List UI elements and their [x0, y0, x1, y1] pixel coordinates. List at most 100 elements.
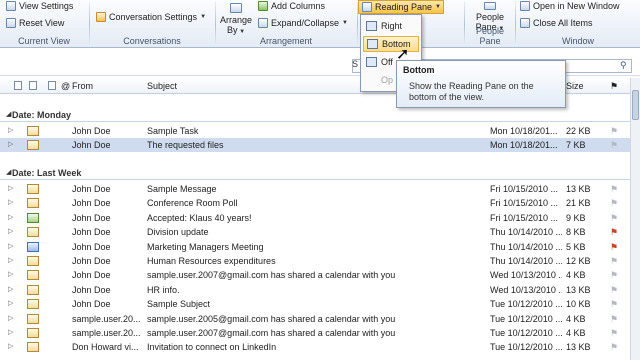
expand-conversation-icon[interactable]: ▷ [8, 256, 13, 264]
mail-subject: Conference Room Poll [147, 198, 238, 209]
mail-from: sample.user.20... [72, 328, 141, 338]
group-header[interactable]: ◢ Date: Last Week [0, 166, 630, 180]
menu-item-right[interactable]: Right [363, 18, 419, 34]
mail-row[interactable]: ▷ John Doe Marketing Managers Meeting Thu 1… [0, 240, 630, 254]
mail-from: sample.user.20... [72, 313, 141, 324]
mail-row[interactable]: ▷ John Doe The requested files Mon 10/18/20… [0, 138, 630, 153]
mail-size: 7 KB [566, 140, 586, 151]
column-size[interactable]: Size [566, 81, 584, 91]
mail-size: 5 KB [566, 241, 586, 252]
search-icon[interactable]: ⚲ [620, 60, 630, 70]
flag-icon[interactable]: ⚑ [610, 227, 618, 238]
mail-from: John Doe [72, 198, 111, 209]
mail-row[interactable]: ▷ John Doe sample.user.2007@gmail.com has … [0, 268, 630, 282]
mail-row[interactable]: ▷ Don Howard vi... Invitation to connect o… [0, 340, 630, 354]
search-placeholder: S [352, 59, 359, 69]
expand-collapse-button[interactable]: Expand/Collapse ▼ [258, 18, 348, 28]
mail-subject: sample.user.2007@gmail.com has shared a … [147, 270, 396, 281]
column-subject[interactable]: Subject [147, 81, 177, 91]
attachment-column-icon[interactable]: @ [61, 81, 70, 91]
expand-conversation-icon[interactable]: ▷ [8, 285, 13, 293]
group-label-arrangement: Arrangement [259, 36, 313, 46]
people-pane-icon [484, 2, 496, 10]
mail-row[interactable]: ▷ sample.user.20... sample.user.2007@gmail… [0, 326, 630, 340]
reading-pane-button[interactable]: Reading Pane ▼ [358, 0, 444, 14]
flag-icon[interactable]: ⚑ [610, 328, 618, 339]
mail-subject: sample.user.2005@gmail.com has shared a … [147, 313, 396, 324]
mail-row[interactable]: ▷ John Doe Sample Task Mon 10/18/201... 22 K… [0, 124, 630, 138]
mail-received: Mon 10/18/201... [490, 140, 558, 151]
mail-subject: Sample Task [147, 126, 199, 136]
mail-from: John Doe [72, 126, 111, 136]
expand-conversation-icon[interactable]: ▷ [8, 299, 13, 307]
mail-row[interactable]: ▷ John Doe HR info. Wed 10/13/2010 ... 13 KB… [0, 283, 630, 297]
expand-conversation-icon[interactable]: ▷ [8, 270, 13, 278]
mail-from: John Doe [72, 241, 111, 252]
flag-icon[interactable]: ⚑ [610, 242, 618, 253]
mail-from: John Doe [72, 256, 111, 266]
flag-icon[interactable]: ⚑ [610, 314, 618, 325]
tooltip-description-line1: Show the Reading Pane on the [409, 81, 534, 91]
expand-conversation-icon[interactable]: ▷ [8, 242, 13, 250]
flag-icon[interactable]: ⚑ [610, 213, 618, 224]
open-in-new-window-button[interactable]: Open in New Window [520, 1, 620, 11]
mail-from: John Doe [72, 284, 111, 295]
importance-column-icon[interactable] [14, 81, 22, 90]
flag-icon[interactable]: ⚑ [610, 342, 618, 353]
flag-icon[interactable]: ⚑ [610, 256, 618, 267]
people-pane-group: People Pane ▼ People Pane [465, 0, 515, 48]
flag-icon[interactable]: ⚑ [610, 140, 618, 151]
mail-row[interactable]: ▷ John Doe Conference Room Poll Fri 10/15/2… [0, 196, 630, 210]
collapse-triangle-icon[interactable]: ◢ [6, 168, 11, 176]
envelope-icon [27, 284, 39, 295]
group-title: Date: Last Week [12, 168, 82, 178]
mail-subject: Division update [147, 227, 209, 238]
group-header[interactable]: ◢ Date: Monday [0, 108, 630, 122]
expand-conversation-icon[interactable]: ▷ [8, 126, 13, 134]
mail-from: John Doe [72, 212, 111, 223]
mail-row[interactable]: ▷ John Doe Division update Thu 10/14/2010 .… [0, 225, 630, 239]
mail-row[interactable]: ▷ John Doe Human Resources expenditures Thu… [0, 254, 630, 268]
expand-conversation-icon[interactable]: ▷ [8, 227, 13, 235]
expand-conversation-icon[interactable]: ▷ [8, 184, 13, 192]
reset-view-button[interactable]: Reset View [6, 18, 64, 28]
close-all-items-button[interactable]: Close All Items [520, 18, 593, 28]
item-type-column-icon[interactable] [29, 81, 37, 90]
reminder-column-icon[interactable] [48, 81, 56, 90]
flag-icon[interactable]: ⚑ [610, 270, 618, 281]
add-columns-button[interactable]: Add Columns [258, 1, 325, 11]
envelope-icon [27, 313, 39, 324]
mail-subject: Invitation to connect on LinkedIn [147, 342, 277, 353]
mail-row[interactable]: ▷ John Doe Sample Subject Tue 10/12/2010 ..… [0, 297, 630, 311]
column-from[interactable]: From [72, 81, 93, 91]
expand-conversation-icon[interactable]: ▷ [8, 198, 13, 206]
flag-icon[interactable]: ⚑ [610, 299, 618, 310]
scrollbar-thumb[interactable] [632, 90, 639, 120]
view-settings-button[interactable]: View Settings [6, 1, 73, 11]
expand-conversation-icon[interactable]: ▷ [8, 213, 13, 221]
expand-conversation-icon[interactable]: ▷ [8, 140, 13, 148]
arrange-by-button[interactable]: Arrange By ▼ [218, 3, 254, 37]
conversation-settings-button[interactable]: Conversation Settings ▼ [96, 12, 206, 22]
reading-pane-icon [362, 2, 372, 12]
mail-row[interactable]: ▷ sample.user.20... sample.user.2005@gmail… [0, 312, 630, 326]
envelope-icon [27, 198, 39, 209]
mail-row[interactable]: ▷ John Doe Sample Message Fri 10/15/2010 ..… [0, 182, 630, 196]
flag-icon[interactable]: ⚑ [610, 198, 618, 209]
flag-icon[interactable]: ⚑ [610, 285, 618, 296]
collapse-triangle-icon[interactable]: ◢ [6, 110, 11, 118]
expand-conversation-icon[interactable]: ▷ [8, 328, 13, 336]
flag-icon[interactable]: ⚑ [610, 126, 618, 137]
flag-icon[interactable]: ⚑ [610, 184, 618, 195]
window-group: Open in New Window Close All Items Windo… [516, 0, 640, 48]
expand-conversation-icon[interactable]: ▷ [8, 314, 13, 322]
vertical-scrollbar[interactable] [630, 78, 640, 360]
menu-item-bottom[interactable]: Bottom [363, 36, 419, 52]
mail-received: Fri 10/15/2010 ... [490, 184, 559, 194]
conversation-settings-icon [96, 12, 106, 22]
expand-conversation-icon[interactable]: ▷ [8, 342, 13, 350]
mail-size: 4 KB [566, 270, 586, 281]
mail-row[interactable]: ▷ John Doe Accepted: Klaus 40 years! Fri 10… [0, 211, 630, 225]
flag-column-icon[interactable]: ⚑ [610, 81, 618, 92]
chevron-down-icon: ▼ [237, 29, 246, 35]
